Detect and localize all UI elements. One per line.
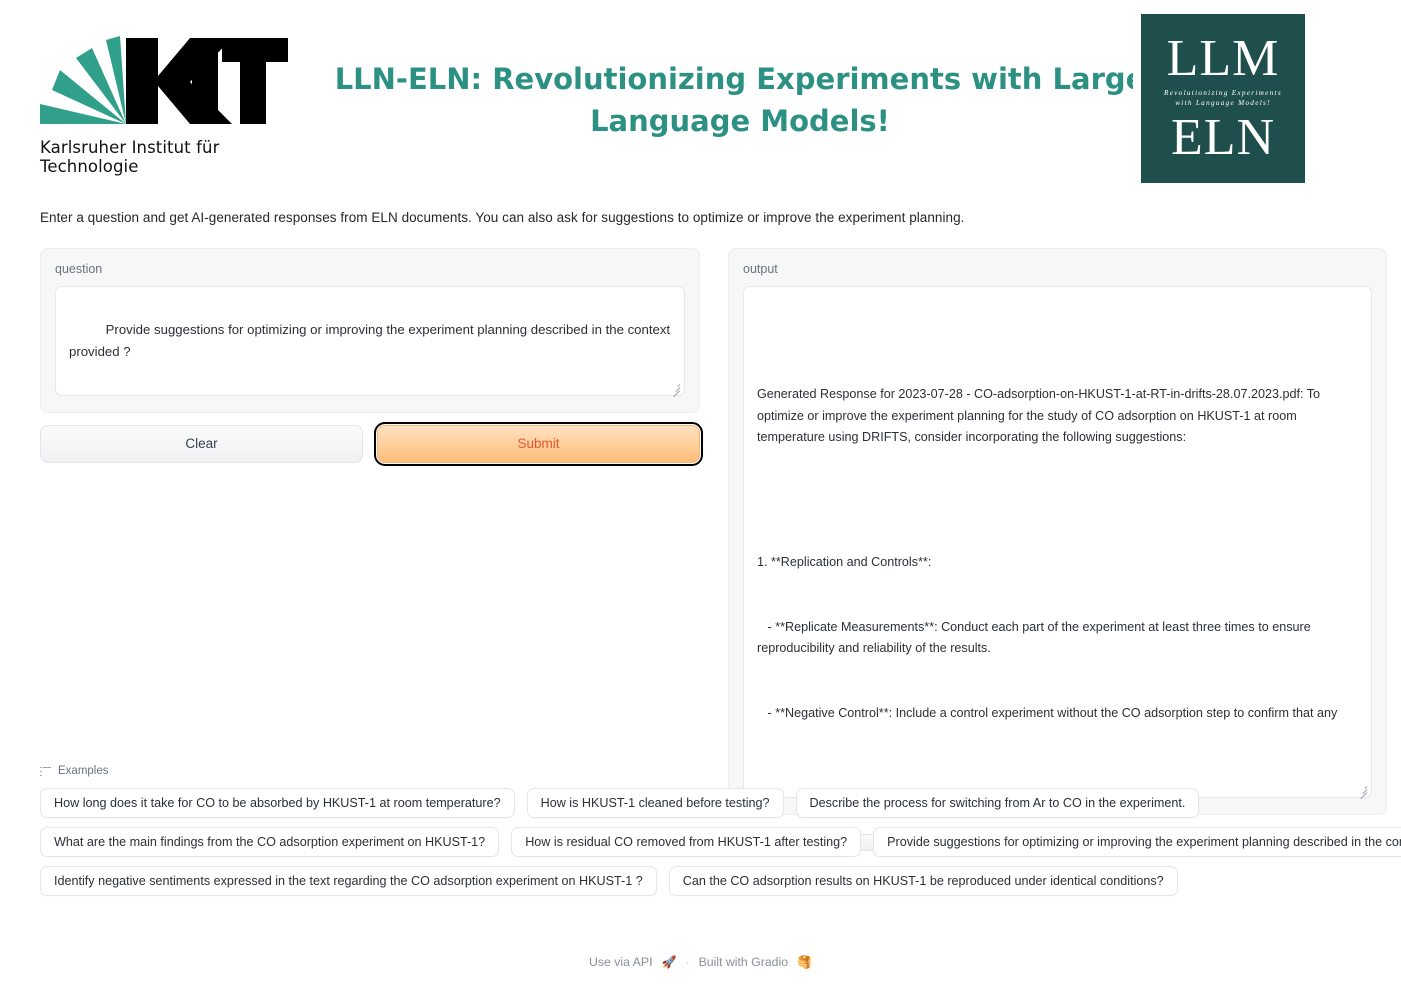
main-content: question Provide suggestions for optimiz… [40,248,1387,851]
examples-list: How long does it take for CO to be absor… [40,788,1401,896]
kit-logo: Karlsruher Institut für Technologie [40,28,288,176]
example-chip[interactable]: Can the CO adsorption results on HKUST-1… [668,866,1178,896]
app-description: Enter a question and get AI-generated re… [40,210,965,225]
output-text: Generated Response for 2023-07-28 - CO-a… [757,341,1358,722]
output-paragraph: - **Negative Control**: Include a contro… [767,706,1338,721]
llm-eln-logo: LLM Revolutionizing Experiments with Lan… [1133,6,1313,191]
list-icon [40,766,51,776]
rocket-icon: 🚀 [661,955,677,969]
examples-row: Identify negative sentiments expressed i… [40,866,1380,896]
example-chip[interactable]: Identify negative sentiments expressed i… [40,866,657,896]
llm-eln-logo-tagline-line2: with Language Models! [1175,99,1271,107]
llm-eln-logo-bottom-text: ELN [1170,108,1276,166]
built-with-gradio-link[interactable]: Built with Gradio [699,955,789,969]
kit-logo-caption: Karlsruher Institut für Technologie [40,138,220,176]
footer-separator: · [685,955,690,969]
app-root: Karlsruher Institut für Technologie LLN-… [0,0,1401,985]
kit-logo-mark [40,36,288,124]
resize-handle-icon[interactable] [669,381,681,397]
example-chip[interactable]: How is HKUST-1 cleaned before testing? [526,788,784,818]
page-title: LLN-ELN: Revolutionizing Experiments wit… [334,62,1146,139]
question-label: question [55,262,103,276]
llm-eln-logo-top-text: LLM [1166,30,1280,88]
stack-icon: 🥞 [797,955,813,969]
examples-section: Examples How long does it take for CO to… [40,765,1401,896]
example-chip[interactable]: What are the main findings from the CO a… [40,827,500,857]
input-column: question Provide suggestions for optimiz… [40,248,703,851]
examples-label: Examples [58,765,109,777]
output-paragraph: Generated Response for 2023-07-28 - CO-a… [757,387,1324,445]
page-footer: Use via API 🚀 · Built with Gradio 🥞 [0,955,1401,969]
action-button-row: Clear Submit [40,421,703,466]
output-label: output [743,262,778,276]
page-header: Karlsruher Institut für Technologie LLN-… [0,0,1401,205]
use-via-api-link[interactable]: Use via API [589,955,653,969]
example-chip[interactable]: Describe the process for switching from … [795,788,1200,818]
example-chip[interactable]: How is residual CO removed from HKUST-1 … [511,827,862,857]
example-chip[interactable]: Provide suggestions for optimizing or im… [873,827,1401,857]
examples-label-row: Examples [40,765,1380,777]
examples-row: How long does it take for CO to be absor… [40,788,1380,818]
examples-row: What are the main findings from the CO a… [40,827,1401,857]
output-paragraph: 1. **Replication and Controls**: [757,554,932,569]
llm-eln-logo-tagline-line1: Revolutionizing Experiments [1164,89,1282,98]
question-panel: question Provide suggestions for optimiz… [40,248,700,413]
output-column: output Generated Response for 2023-07-28… [728,248,1387,851]
example-chip[interactable]: How long does it take for CO to be absor… [40,788,515,818]
output-panel: output Generated Response for 2023-07-28… [728,248,1387,815]
clear-button[interactable]: Clear [40,424,363,463]
submit-button[interactable]: Submit [374,421,703,466]
llm-eln-logo-tagline: Revolutionizing Experiments with Languag… [1164,89,1282,108]
question-input[interactable]: Provide suggestions for optimizing or im… [55,286,685,397]
output-paragraph: - **Replicate Measurements**: Conduct ea… [757,619,1315,656]
output-textbox[interactable]: Generated Response for 2023-07-28 - CO-a… [743,286,1372,800]
